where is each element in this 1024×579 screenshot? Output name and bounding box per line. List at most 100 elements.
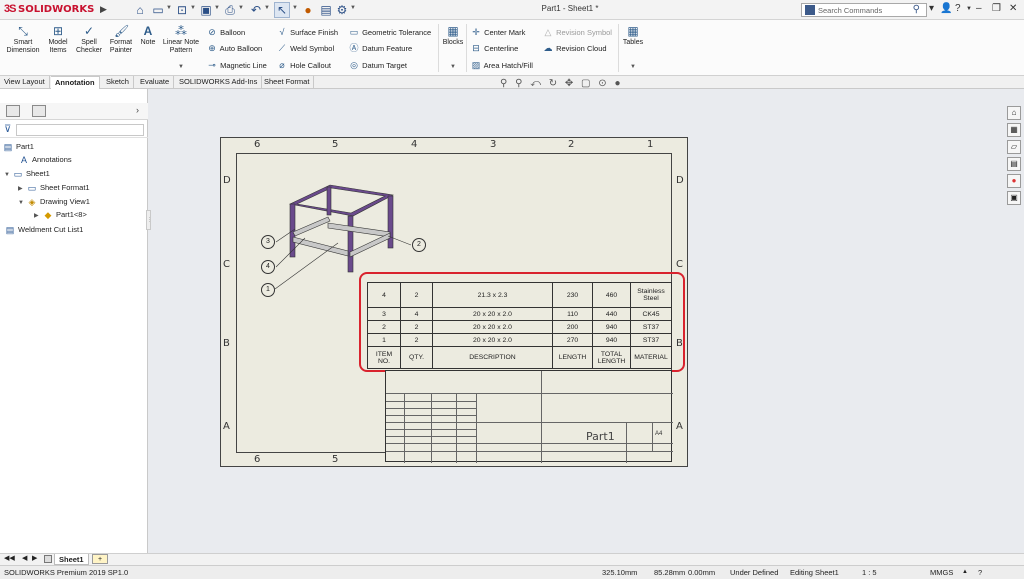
tree-item-part-reference[interactable]: ▶ ◆ Part1<8> — [34, 209, 87, 221]
restore-icon[interactable]: ❐ — [992, 3, 1001, 14]
note-button[interactable]: A Note — [138, 24, 158, 47]
sheet-tab[interactable]: Sheet1 — [54, 554, 89, 565]
surface-finish-button[interactable]: √ Surface Finish — [276, 25, 339, 39]
collapse-icon[interactable]: ▼ — [18, 197, 26, 209]
datum-feature-button[interactable]: Ⓐ Datum Feature — [348, 41, 412, 55]
close-icon[interactable]: ✕ — [1009, 3, 1017, 14]
print-icon[interactable]: ⎙ — [222, 2, 238, 18]
appearances-icon[interactable]: ● — [1007, 174, 1021, 188]
resources-icon[interactable]: ▦ — [1007, 123, 1021, 137]
tree-item-sheet-format[interactable]: ▶ ▭ Sheet Format1 — [18, 182, 90, 194]
status-scale[interactable]: 1 : 5 — [862, 566, 877, 579]
tab-sheet-format[interactable]: Sheet Format — [260, 76, 315, 89]
home-icon[interactable]: ⌂ — [1007, 106, 1021, 120]
centerline-button[interactable]: ⊟ Centerline — [470, 41, 518, 55]
linear-note-pattern-button[interactable]: ⁂ Linear Note Pattern — [160, 24, 202, 55]
pane-splitter-handle[interactable]: ⋮ — [146, 210, 152, 230]
file-explorer-icon[interactable]: ▤ — [1007, 157, 1021, 171]
revision-symbol-button[interactable]: △ Revision Symbol — [542, 25, 612, 39]
search-icon[interactable]: ⚲ — [913, 4, 920, 15]
expand-icon[interactable]: ▶ — [34, 210, 42, 222]
file-properties-icon[interactable]: ▤ — [318, 2, 334, 18]
open-folder-icon[interactable]: ⊡ — [174, 2, 190, 18]
area-hatch-button[interactable]: ▨ Area Hatch/Fill — [470, 58, 533, 72]
sheet-nav-next-icon[interactable]: ▶ — [32, 554, 37, 562]
balloon-callout[interactable]: 4 — [261, 260, 275, 274]
user-icon[interactable]: 👤 — [940, 3, 952, 14]
undo-icon[interactable]: ↶ — [248, 2, 264, 18]
collapse-icon[interactable]: ▼ — [4, 169, 12, 181]
status-units[interactable]: MMGS — [930, 566, 953, 579]
sheet-nav-first-icon[interactable]: ◀◀ — [4, 554, 15, 562]
open-dropdown-icon[interactable]: ▼ — [190, 5, 196, 11]
undo-dropdown-icon[interactable]: ▼ — [264, 5, 270, 11]
search-commands-input[interactable]: Search Commands ⚲ — [801, 3, 927, 17]
format-painter-button[interactable]: 🖌 Format Painter — [106, 24, 136, 55]
tab-annotation[interactable]: Annotation — [51, 76, 100, 89]
units-dropdown-icon[interactable]: ▲ — [962, 566, 968, 579]
geometric-tolerance-button[interactable]: ▭ Geometric Tolerance — [348, 25, 431, 39]
title-block[interactable] — [385, 370, 673, 463]
weld-symbol-button[interactable]: ⟋ Weld Symbol — [276, 41, 334, 55]
auto-balloon-button[interactable]: ⊕ Auto Balloon — [206, 41, 262, 55]
smart-dimension-button[interactable]: ⤡ Smart Dimension — [4, 24, 42, 55]
search-scope-icon[interactable] — [805, 5, 815, 15]
tab-sketch[interactable]: Sketch — [102, 76, 134, 89]
zoom-to-fit-icon[interactable]: ⚲ — [500, 78, 507, 89]
magnetic-line-button[interactable]: ⊸ Magnetic Line — [206, 58, 267, 72]
view-settings-icon[interactable]: ⊙ — [598, 78, 606, 89]
help-icon[interactable]: ? — [978, 566, 982, 579]
balloon-callout[interactable]: 1 — [261, 283, 275, 297]
select-cursor-icon[interactable]: ↖ — [274, 2, 290, 18]
table-row[interactable]: 2 2 20 x 20 x 2.0 200 940 ST37 — [367, 320, 672, 334]
tree-item-drawing-view[interactable]: ▼ ◈ Drawing View1 — [18, 196, 90, 208]
options-dropdown-icon[interactable]: ▼ — [350, 5, 356, 11]
display-style-icon[interactable]: ▢ — [581, 78, 590, 89]
pan-icon[interactable]: ✥ — [565, 78, 573, 89]
table-header-row[interactable]: ITEM NO. QTY. DESCRIPTION LENGTH TOTAL L… — [367, 346, 672, 369]
save-icon[interactable]: ▣ — [198, 2, 214, 18]
spell-checker-button[interactable]: ✓ Spell Checker — [74, 24, 104, 55]
property-manager-tab-icon[interactable] — [32, 105, 46, 117]
rotate-view-icon[interactable]: ↻ — [549, 78, 557, 89]
search-dropdown-icon[interactable]: ▾ — [929, 3, 934, 14]
add-sheet-icon[interactable]: + — [92, 554, 108, 564]
blocks-button[interactable]: ▦ Blocks — [442, 24, 464, 47]
pattern-dropdown-icon[interactable]: ▼ — [178, 64, 184, 70]
filter-icon[interactable]: ⊽ — [4, 124, 11, 135]
help-dropdown-icon[interactable]: ▼ — [966, 6, 972, 12]
save-dropdown-icon[interactable]: ▼ — [214, 5, 220, 11]
menu-expand-icon[interactable]: ▶ — [100, 4, 107, 15]
options-gear-icon[interactable]: ⚙ — [334, 2, 350, 18]
tree-item-sheet1[interactable]: ▼ ▭ Sheet1 — [4, 168, 50, 180]
balloon-callout[interactable]: 2 — [412, 238, 426, 252]
tree-item-annotations[interactable]: A Annotations — [10, 154, 72, 166]
blocks-dropdown-icon[interactable]: ▼ — [450, 64, 456, 70]
new-document-icon[interactable]: ▭ — [150, 2, 166, 18]
filter-input[interactable] — [16, 124, 144, 136]
new-dropdown-icon[interactable]: ▼ — [166, 5, 172, 11]
minimize-icon[interactable]: – — [976, 3, 982, 14]
expand-icon[interactable]: ▶ — [18, 183, 26, 195]
select-dropdown-icon[interactable]: ▼ — [292, 5, 298, 11]
sheet-nav-prev-icon[interactable]: ◀ — [22, 554, 27, 562]
table-row[interactable]: 4 2 21.3 x 2.3 230 460 Stainless Steel — [367, 282, 672, 308]
revision-cloud-button[interactable]: ☁ Revision Cloud — [542, 41, 607, 55]
tab-addins[interactable]: SOLIDWORKS Add-Ins — [175, 76, 263, 89]
previous-view-icon[interactable]: ⤺ — [530, 78, 541, 89]
tables-button[interactable]: ▦ Tables — [622, 24, 644, 47]
appearance-icon[interactable]: ● — [614, 78, 620, 89]
tables-dropdown-icon[interactable]: ▼ — [630, 64, 636, 70]
feature-manager-tab-icon[interactable] — [6, 105, 20, 117]
bill-of-materials-table[interactable]: 4 2 21.3 x 2.3 230 460 Stainless Steel 3… — [367, 282, 672, 369]
chevron-right-icon[interactable]: › — [136, 105, 139, 115]
datum-target-button[interactable]: ◎ Datum Target — [348, 58, 407, 72]
table-row[interactable]: 3 4 20 x 20 x 2.0 110 440 CK45 — [367, 307, 672, 321]
table-row[interactable]: 1 2 20 x 20 x 2.0 270 940 ST37 — [367, 333, 672, 347]
custom-properties-icon[interactable]: ▣ — [1007, 191, 1021, 205]
tab-view-layout[interactable]: View Layout — [0, 76, 50, 89]
print-dropdown-icon[interactable]: ▼ — [238, 5, 244, 11]
zoom-to-area-icon[interactable]: ⚲ — [515, 78, 522, 89]
help-icon[interactable]: ? — [955, 3, 961, 14]
rebuild-icon[interactable]: ● — [300, 2, 316, 18]
